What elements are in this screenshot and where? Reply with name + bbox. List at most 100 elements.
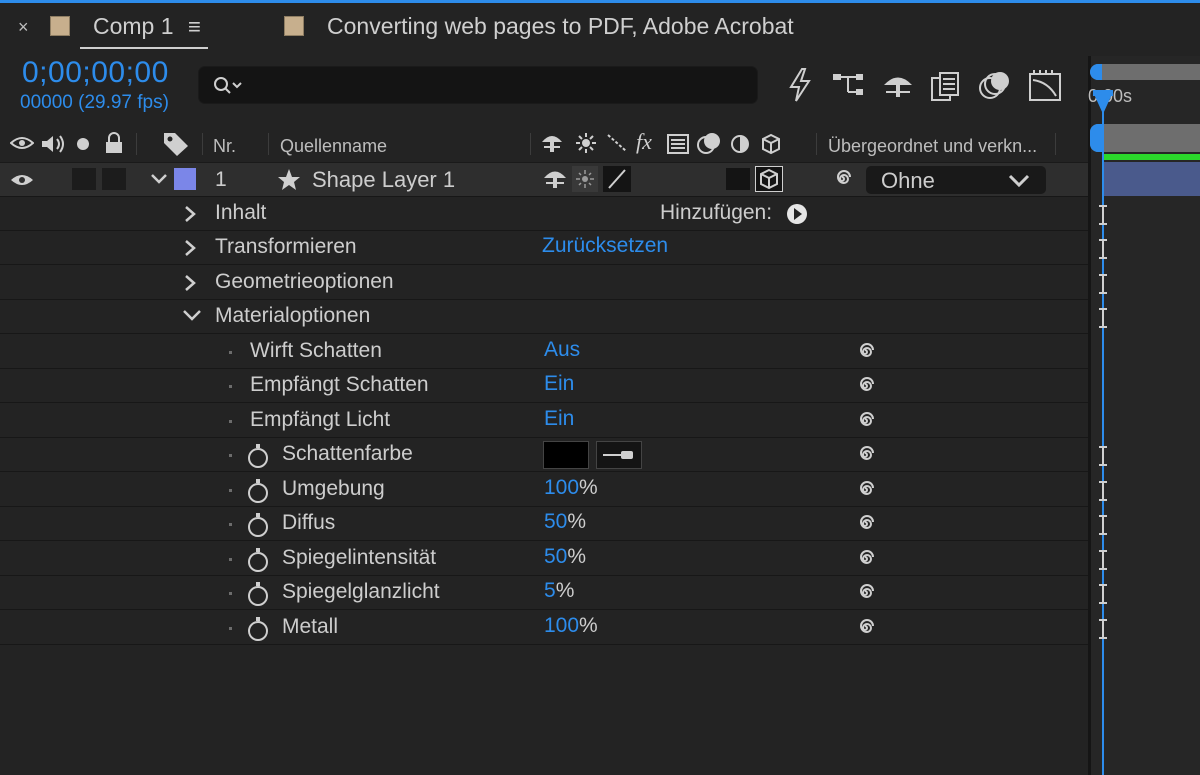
lock-icon[interactable]: [104, 132, 124, 154]
property-row[interactable]: Umgebung 100%: [0, 473, 1088, 507]
frame-blending-icon[interactable]: [930, 70, 962, 104]
layer-collapse-switch[interactable]: [572, 166, 598, 192]
chevron-down-icon[interactable]: [150, 172, 168, 186]
chevron-right-icon[interactable]: [183, 205, 197, 223]
layer-quality-switch[interactable]: [603, 166, 631, 192]
pick-whip-icon[interactable]: [852, 511, 878, 537]
chevron-right-icon[interactable]: [183, 239, 197, 257]
stopwatch-icon[interactable]: [245, 616, 271, 642]
group-label: Materialoptionen: [215, 304, 371, 327]
stopwatch-icon[interactable]: [245, 478, 271, 504]
pick-whip-icon[interactable]: [829, 167, 855, 191]
group-row-inhalt[interactable]: Inhalt Hinzufügen:: [0, 197, 1088, 231]
group-row-geometrieoptionen[interactable]: Geometrieoptionen: [0, 266, 1088, 300]
close-tab-button[interactable]: ×: [18, 17, 29, 38]
tab-comp-1[interactable]: Comp 1: [93, 13, 174, 40]
pick-whip-icon[interactable]: [852, 442, 878, 468]
value-number[interactable]: 50: [544, 545, 567, 568]
keyframe-ibeam-icon: [1099, 550, 1107, 570]
solo-icon[interactable]: [76, 137, 90, 151]
property-value[interactable]: Ein: [544, 372, 574, 396]
property-value[interactable]: Ein: [544, 407, 574, 431]
layer-lock-switch[interactable]: [102, 168, 126, 190]
keyframe-ibeam-icon: [1099, 481, 1107, 501]
stopwatch-icon[interactable]: [245, 512, 271, 538]
property-row[interactable]: Spiegelglanzlicht 5%: [0, 576, 1088, 610]
property-label: Diffus: [282, 511, 336, 534]
chevron-down-icon[interactable]: [182, 308, 202, 324]
group-row-transformieren[interactable]: Transformieren Zurücksetzen: [0, 231, 1088, 265]
shy-icon[interactable]: [541, 133, 563, 153]
pick-whip-icon[interactable]: [852, 546, 878, 572]
header-nr[interactable]: Nr.: [213, 136, 236, 157]
shadow-color-swatch[interactable]: [543, 441, 589, 469]
search-input[interactable]: [198, 66, 758, 104]
layer-visibility-icon[interactable]: [10, 172, 34, 188]
quality-icon[interactable]: [606, 133, 628, 153]
property-row[interactable]: Metall 100%: [0, 611, 1088, 645]
pick-whip-icon[interactable]: [852, 339, 878, 365]
motion-blur-column-icon[interactable]: [696, 131, 724, 155]
property-value[interactable]: 100%: [544, 614, 598, 638]
tab-menu-icon[interactable]: ≡: [188, 14, 201, 40]
property-row[interactable]: Spiegelintensität 50%: [0, 542, 1088, 576]
stopwatch-icon[interactable]: [245, 443, 271, 469]
value-number[interactable]: 5: [544, 579, 556, 602]
effects-column[interactable]: fx: [636, 129, 652, 155]
label-tag-icon[interactable]: [162, 131, 190, 157]
frame-blend-column-icon[interactable]: [666, 133, 690, 155]
property-row[interactable]: Diffus 50%: [0, 507, 1088, 541]
property-row[interactable]: Schattenfarbe: [0, 438, 1088, 472]
property-label: Umgebung: [282, 477, 385, 500]
property-value[interactable]: 50%: [544, 510, 586, 534]
layer-solo-switch[interactable]: [72, 168, 96, 190]
pick-whip-icon[interactable]: [852, 580, 878, 606]
eyedropper-button[interactable]: [596, 441, 642, 469]
collapse-icon[interactable]: [576, 133, 596, 153]
pick-whip-icon[interactable]: [852, 373, 878, 399]
add-label: Hinzufügen:: [660, 201, 773, 224]
lightning-icon[interactable]: [788, 68, 812, 102]
property-value[interactable]: Aus: [544, 338, 580, 362]
value-number[interactable]: 100: [544, 476, 579, 499]
value-number[interactable]: 100: [544, 614, 579, 637]
value-number[interactable]: 50: [544, 510, 567, 533]
property-label: Empfängt Licht: [250, 408, 391, 431]
header-parent-link[interactable]: Übergeordnet und verkn...: [828, 136, 1048, 157]
layer-name[interactable]: Shape Layer 1: [312, 167, 455, 193]
3d-layer-icon[interactable]: [760, 133, 782, 155]
chevron-right-icon[interactable]: [183, 274, 197, 292]
parent-dropdown[interactable]: Ohne: [866, 166, 1046, 194]
motion-blur-icon[interactable]: [978, 70, 1012, 102]
stopwatch-icon[interactable]: [245, 547, 271, 573]
layer-adjustment-switch[interactable]: [726, 168, 750, 190]
tree-dot: [229, 558, 232, 561]
flowchart-icon[interactable]: [832, 70, 868, 102]
stopwatch-icon[interactable]: [245, 581, 271, 607]
speaker-icon[interactable]: [40, 134, 66, 154]
layer-label-color[interactable]: [174, 168, 196, 190]
add-menu-play-icon[interactable]: [786, 203, 808, 225]
property-value[interactable]: 50%: [544, 545, 586, 569]
draft-3d-icon[interactable]: [882, 72, 914, 102]
current-time-display[interactable]: 0;00;00;00: [22, 56, 169, 90]
property-row[interactable]: Empfängt Licht Ein: [0, 404, 1088, 438]
header-source-name[interactable]: Quellenname: [280, 136, 387, 157]
property-row[interactable]: Wirft Schatten Aus: [0, 335, 1088, 369]
graph-editor-icon[interactable]: [1028, 68, 1062, 102]
property-value[interactable]: 5%: [544, 579, 574, 603]
search-field[interactable]: [249, 73, 739, 97]
property-row[interactable]: Empfängt Schatten Ein: [0, 369, 1088, 403]
eye-icon[interactable]: [10, 135, 34, 151]
pick-whip-icon[interactable]: [852, 477, 878, 503]
pick-whip-icon[interactable]: [852, 615, 878, 641]
adjustment-layer-icon[interactable]: [730, 134, 750, 154]
property-value[interactable]: 100%: [544, 476, 598, 500]
reset-link[interactable]: Zurücksetzen: [542, 234, 668, 258]
layer-shy-switch-icon[interactable]: [543, 168, 567, 190]
pick-whip-icon[interactable]: [852, 408, 878, 434]
group-row-materialoptionen[interactable]: Materialoptionen: [0, 300, 1088, 334]
current-time-indicator[interactable]: [1090, 56, 1120, 775]
layer-3d-switch[interactable]: [755, 166, 783, 192]
tab-converting-web-pages[interactable]: Converting web pages to PDF, Adobe Acrob…: [327, 13, 794, 40]
